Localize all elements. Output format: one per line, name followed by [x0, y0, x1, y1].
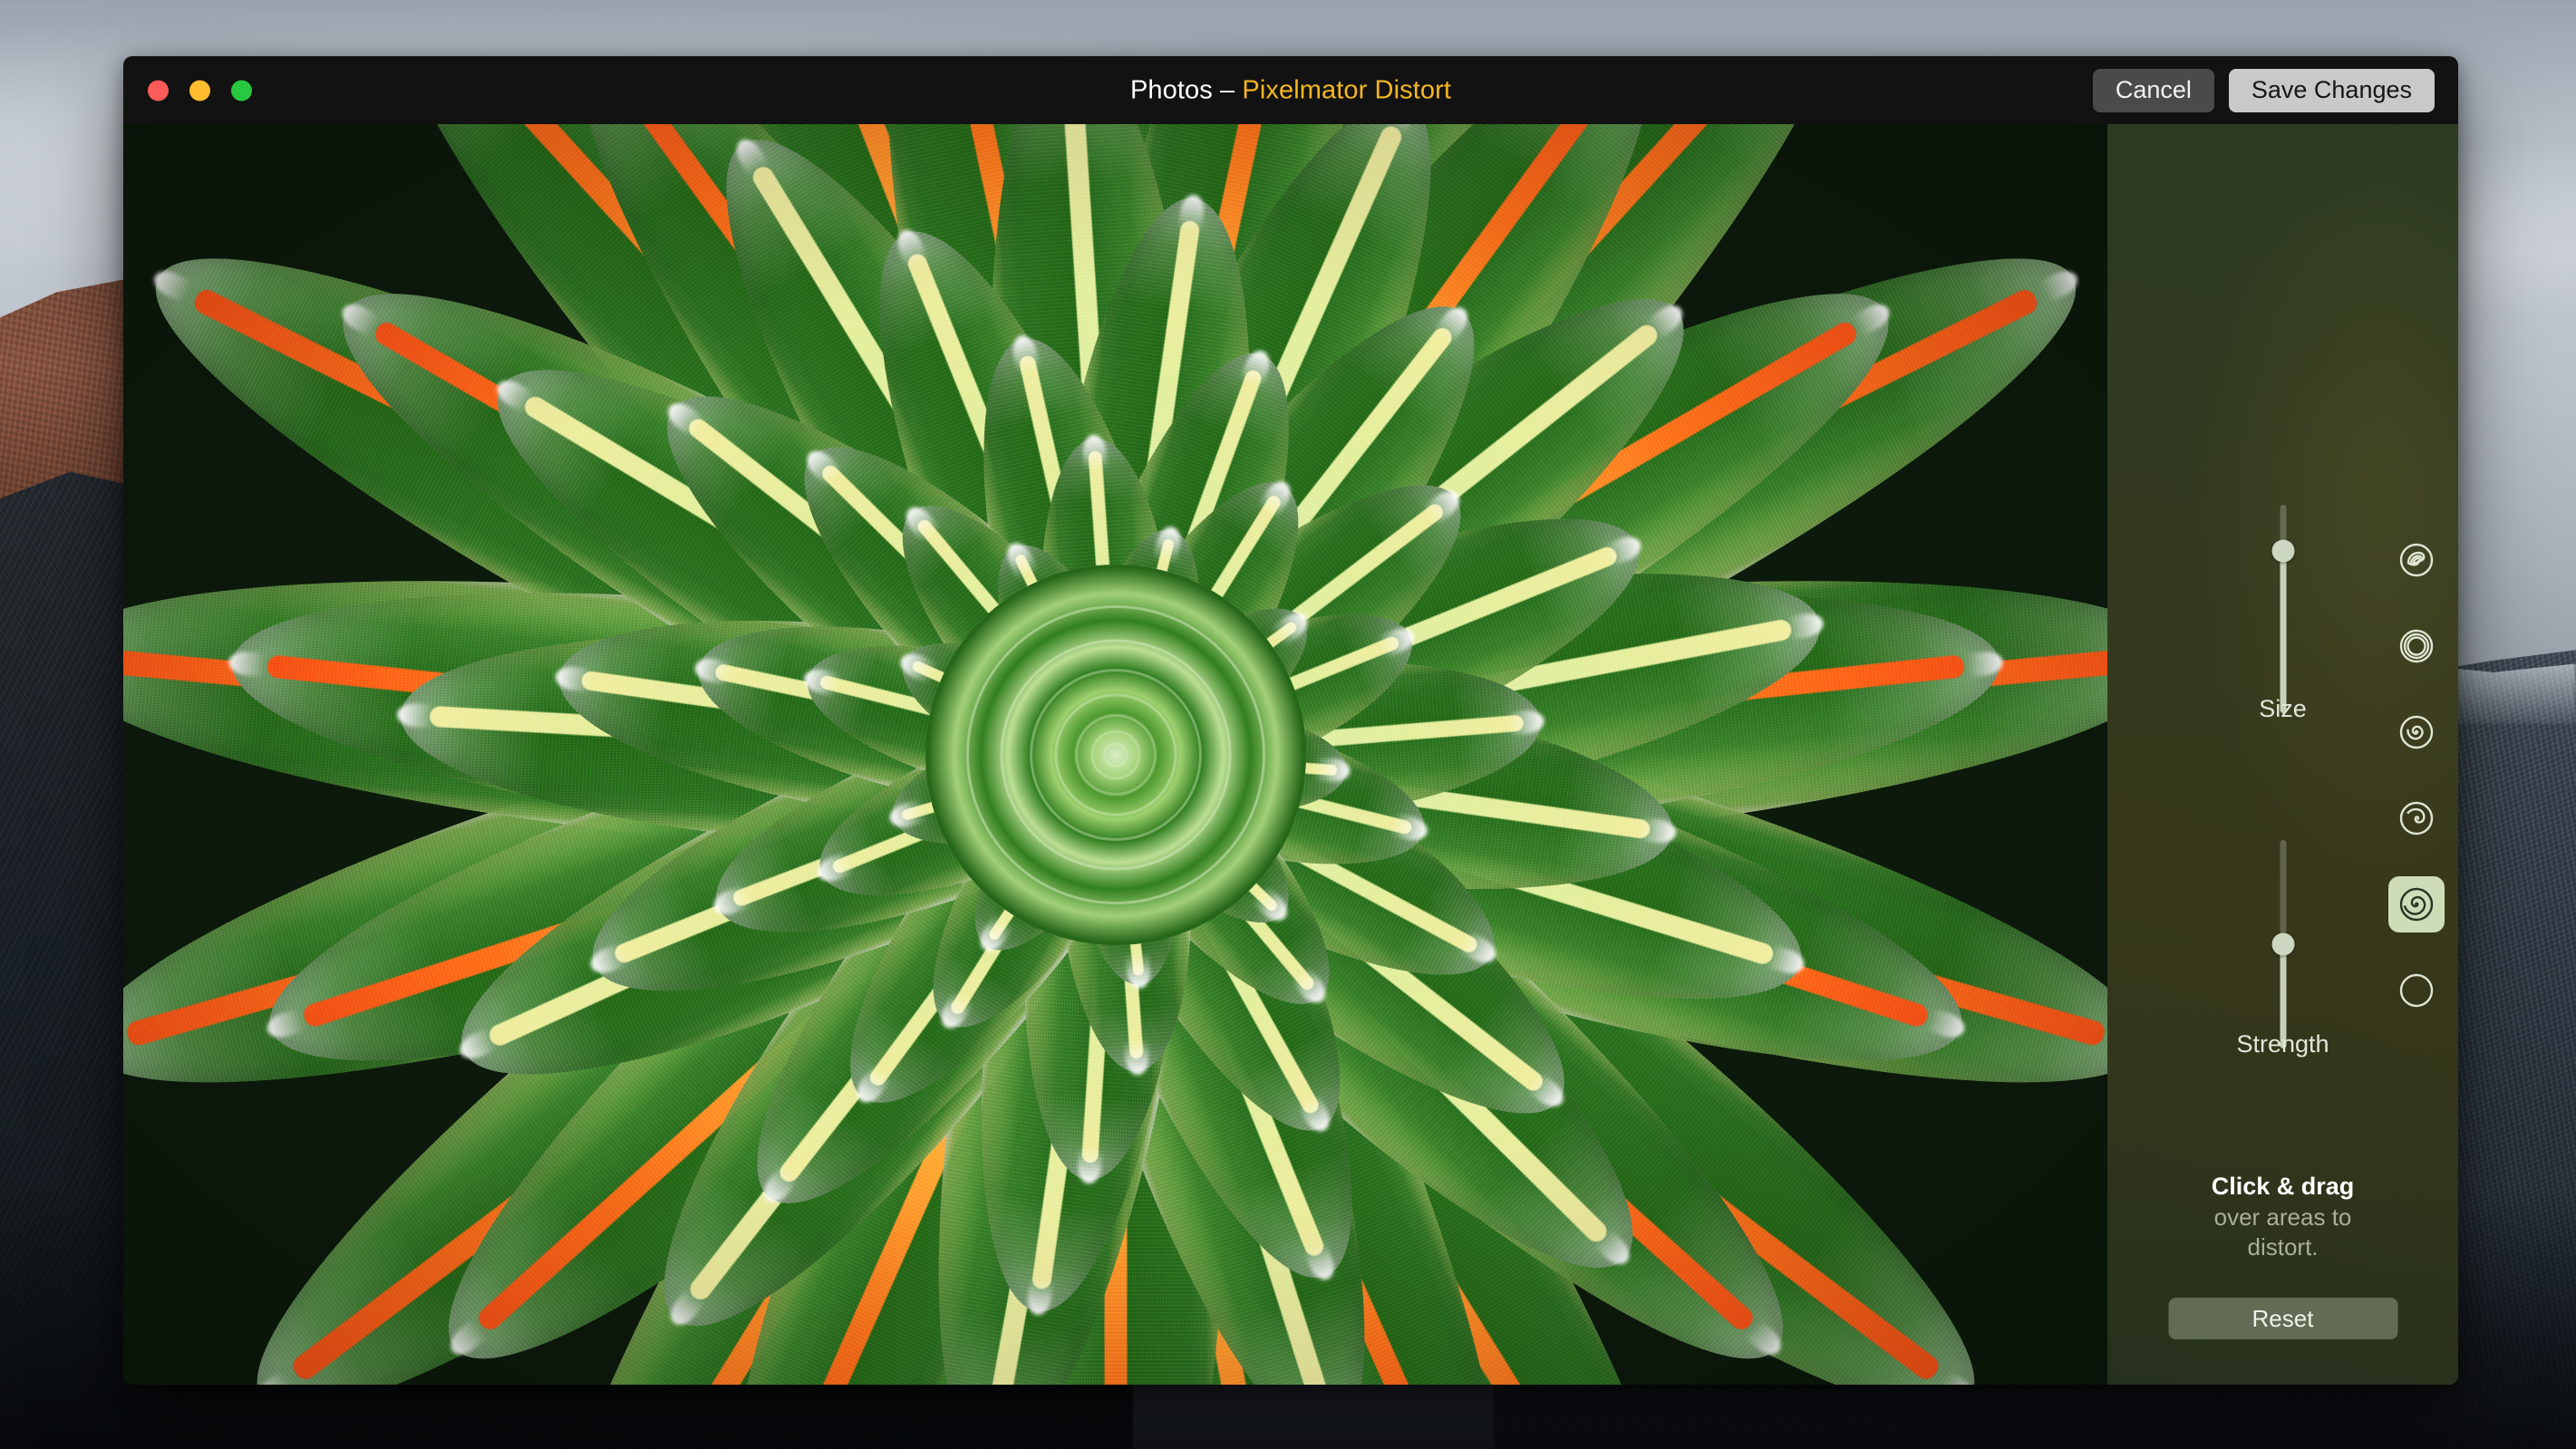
leaf-tip: [1644, 299, 1688, 341]
tool-bump-distort[interactable]: [2388, 532, 2445, 588]
leaf-tip: [2038, 266, 2082, 304]
tool-twirl-right[interactable]: [2388, 876, 2445, 932]
bump-icon: [2398, 542, 2435, 578]
tool-restore[interactable]: [2388, 962, 2445, 1019]
save-changes-button[interactable]: Save Changes: [2228, 68, 2435, 112]
window-title-app: Photos: [1129, 75, 1213, 104]
circle-icon: [2398, 972, 2435, 1009]
usage-hint: Click & drag over areas to distort.: [2107, 1171, 2458, 1262]
tool-twirl-left[interactable]: [2388, 790, 2445, 846]
leaf-tip: [1382, 124, 1419, 135]
spiral-left-icon: [2398, 800, 2435, 836]
leaf-tip: [1123, 1037, 1150, 1076]
leaf-tip: [149, 266, 193, 304]
usage-hint-line3: distort.: [2247, 1232, 2319, 1261]
leaf-tip: [1080, 433, 1108, 472]
leaf-tip: [227, 649, 266, 677]
tight-spiral-icon: [2398, 714, 2435, 750]
size-slider-knob[interactable]: [2271, 539, 2294, 563]
leaf-tip: [1076, 1145, 1102, 1184]
leaf-tip: [251, 1369, 295, 1385]
spiral-right-icon: [2398, 886, 2435, 923]
reset-button[interactable]: Reset: [2168, 1298, 2397, 1339]
photos-editor-window: Photos – Pixelmator Distort Cancel Save …: [123, 56, 2458, 1385]
leaf-tip: [1964, 649, 2004, 677]
leaf-tip: [1935, 1369, 1980, 1385]
size-slider-fill: [2280, 551, 2286, 713]
succulent-photo: [123, 124, 2107, 1385]
strength-slider-knob[interactable]: [2271, 932, 2294, 956]
leaf-tip: [396, 701, 434, 728]
usage-hint-line2: over areas to: [2213, 1203, 2352, 1231]
window-titlebar: Photos – Pixelmator Distort Cancel Save …: [123, 56, 2458, 124]
titlebar-actions: Cancel Save Changes: [2092, 68, 2435, 112]
leaf-tip: [1506, 708, 1545, 736]
distort-tools-sidebar: Size Strength Click & drag over areas to…: [2107, 124, 2458, 1385]
window-title-separator: –: [1220, 75, 1235, 104]
tool-pinch-distort[interactable]: [2388, 618, 2445, 674]
cancel-button[interactable]: Cancel: [2092, 68, 2214, 112]
window-title-extension: Pixelmator Distort: [1242, 75, 1452, 104]
rings-icon: [2398, 628, 2435, 664]
leaf-tip: [1312, 756, 1351, 783]
rosette-center-ring: [1102, 741, 1128, 768]
tool-tight-twirl[interactable]: [2388, 704, 2445, 760]
usage-hint-headline: Click & drag: [2211, 1173, 2355, 1200]
photo-canvas[interactable]: [123, 124, 2107, 1385]
leaf-tip: [455, 1026, 499, 1064]
